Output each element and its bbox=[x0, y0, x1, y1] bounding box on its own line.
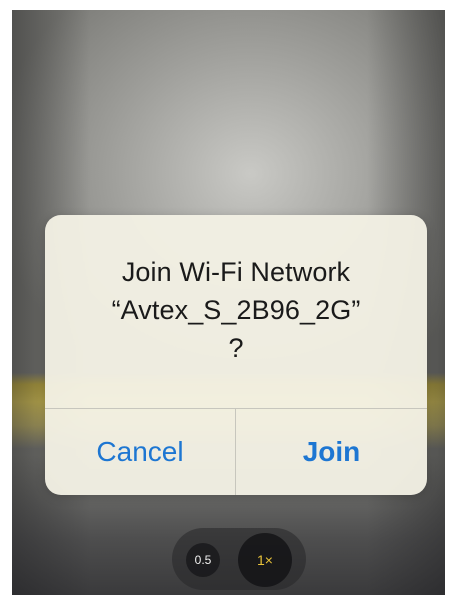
alert-network-name: “Avtex_S_2B96_2G” bbox=[111, 295, 361, 325]
cancel-button[interactable]: Cancel bbox=[45, 409, 235, 495]
join-button[interactable]: Join bbox=[236, 409, 427, 495]
alert-title: Join Wi-Fi Network “Avtex_S_2B96_2G” ? bbox=[45, 215, 427, 367]
zoom-control: 0.5 1× bbox=[172, 528, 306, 590]
alert-message: Join Wi-Fi Network “Avtex_S_2B96_2G” ? bbox=[45, 215, 427, 408]
zoom-1x-button[interactable]: 1× bbox=[238, 533, 292, 587]
alert-question-mark: ? bbox=[228, 333, 244, 363]
zoom-0-5-button[interactable]: 0.5 bbox=[186, 543, 220, 577]
alert-title-line1: Join Wi-Fi Network bbox=[121, 257, 351, 287]
wifi-join-alert: Join Wi-Fi Network “Avtex_S_2B96_2G” ? C… bbox=[45, 215, 427, 495]
